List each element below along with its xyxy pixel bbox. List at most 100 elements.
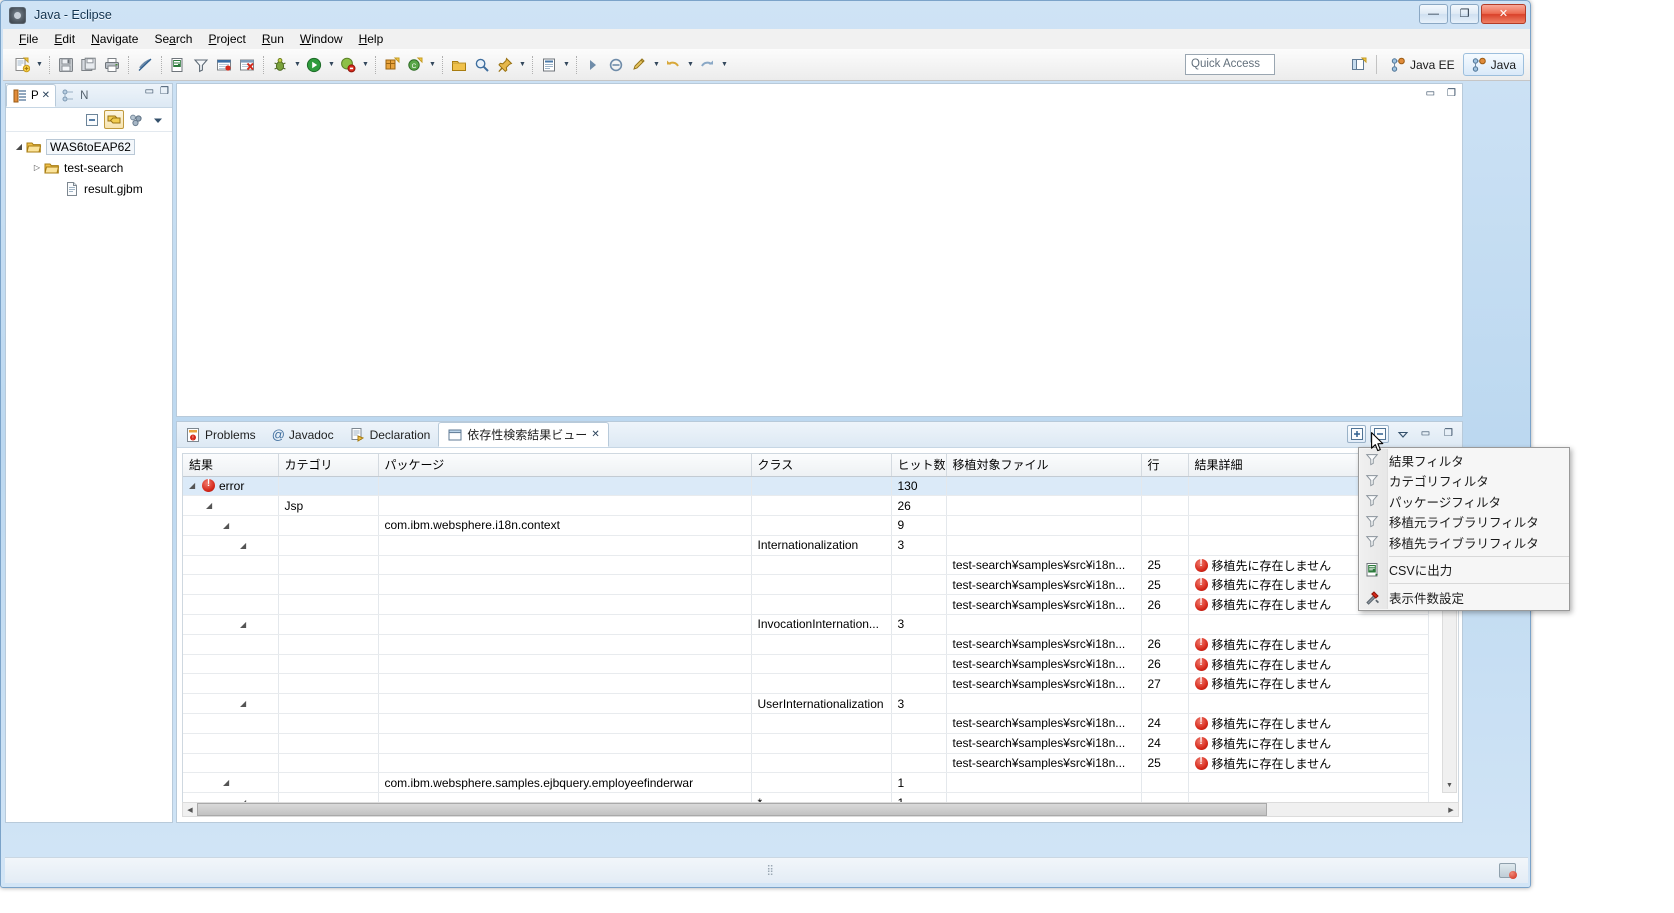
table-row[interactable]: ◢ UserInternationalization 3 bbox=[183, 693, 1429, 715]
col-header-hits[interactable]: ヒット数 bbox=[891, 454, 947, 477]
menu-item-source-library-filter[interactable]: 移植元ライブラリフィルタ bbox=[1359, 512, 1569, 533]
menu-edit[interactable]: Edit bbox=[46, 30, 83, 48]
menu-run[interactable]: Run bbox=[254, 30, 292, 48]
tab-package-explorer[interactable]: P ✕ bbox=[6, 84, 57, 107]
quick-access-input[interactable]: Quick Access bbox=[1185, 54, 1275, 75]
last-edit-dropdown-icon[interactable]: ▼ bbox=[651, 54, 662, 76]
table-row[interactable]: test-search¥samples¥src¥i18n...26 移植先に存在し… bbox=[183, 594, 1429, 616]
table-row[interactable]: test-search¥samples¥src¥i18n...25 移植先に存在し… bbox=[183, 555, 1429, 576]
menu-help[interactable]: Help bbox=[351, 30, 392, 48]
open-type-icon[interactable] bbox=[448, 54, 470, 76]
menu-file[interactable]: File bbox=[11, 30, 46, 48]
col-header-class[interactable]: クラス bbox=[751, 454, 892, 477]
row-twisty-open-icon[interactable]: ◢ bbox=[240, 699, 249, 708]
close-icon[interactable]: ✕ bbox=[42, 90, 50, 101]
row-twisty-open-icon[interactable]: ◢ bbox=[223, 778, 232, 787]
add-bookmark-icon[interactable] bbox=[213, 54, 235, 76]
table-row[interactable]: test-search¥samples¥src¥i18n...25 移植先に存在し… bbox=[183, 574, 1429, 596]
new-wizard-icon[interactable] bbox=[11, 54, 33, 76]
view-minimize-icon[interactable]: ▭ bbox=[1416, 425, 1435, 443]
tree-item-was6toeap62[interactable]: ◢ WAS6toEAP62 bbox=[6, 136, 172, 157]
run-external-tools-icon[interactable] bbox=[337, 54, 359, 76]
last-edit-location-icon[interactable] bbox=[628, 54, 650, 76]
new-java-package-icon[interactable] bbox=[381, 54, 403, 76]
table-row[interactable]: ◢ com.ibm.websphere.samples.ejbquery.empl… bbox=[183, 772, 1429, 794]
debug-icon[interactable] bbox=[269, 54, 291, 76]
back-dropdown-icon[interactable]: ▼ bbox=[685, 54, 696, 76]
table-row[interactable]: test-search¥samples¥src¥i18n...26 移植先に存在し… bbox=[183, 634, 1429, 655]
table-row[interactable]: ◢ com.ibm.websphere.i18n.context 9 bbox=[183, 515, 1429, 536]
toggle-mark-occurrences-icon[interactable] bbox=[134, 54, 156, 76]
col-header-category[interactable]: カテゴリ bbox=[278, 454, 379, 477]
scroll-left-icon[interactable]: ◀ bbox=[183, 803, 197, 816]
open-resource-icon[interactable] bbox=[167, 54, 189, 76]
forward-dropdown-icon[interactable]: ▼ bbox=[719, 54, 730, 76]
col-header-line[interactable]: 行 bbox=[1141, 454, 1189, 477]
col-header-target-file[interactable]: 移植対象ファイル bbox=[946, 454, 1142, 477]
new-java-dropdown-icon[interactable]: ▼ bbox=[427, 54, 438, 76]
table-row[interactable]: ◢ error 130 bbox=[183, 476, 1429, 497]
menu-item-package-filter[interactable]: パッケージフィルタ bbox=[1359, 491, 1569, 512]
next-annotation-icon[interactable] bbox=[582, 54, 604, 76]
tree-item-test-search[interactable]: ▷ test-search bbox=[6, 157, 172, 178]
forward-icon[interactable] bbox=[696, 54, 718, 76]
open-perspective-icon[interactable] bbox=[1347, 53, 1371, 76]
results-table-wrapper[interactable]: 結果 カテゴリ パッケージ クラス ヒット数 移植対象ファイル 行 結果詳細 ◢… bbox=[182, 453, 1459, 808]
menu-project[interactable]: Project bbox=[200, 30, 253, 48]
table-row[interactable]: test-search¥samples¥src¥i18n...26 移植先に存在し… bbox=[183, 654, 1429, 675]
results-horizontal-scrollbar[interactable]: ◀ ▶ bbox=[182, 802, 1459, 817]
previous-annotation-icon[interactable] bbox=[605, 54, 627, 76]
menu-item-result-filter[interactable]: 結果フィルタ bbox=[1359, 450, 1569, 471]
minimize-button[interactable]: — bbox=[1419, 4, 1448, 24]
table-row[interactable]: test-search¥samples¥src¥i18n...24 移植先に存在し… bbox=[183, 733, 1429, 754]
new-wizard-dropdown-icon[interactable]: ▼ bbox=[34, 54, 45, 76]
run-dropdown-icon[interactable]: ▼ bbox=[326, 54, 337, 76]
menu-window[interactable]: Window bbox=[292, 30, 351, 48]
link-with-editor-icon[interactable] bbox=[104, 110, 124, 129]
status-error-indicator-icon[interactable] bbox=[1499, 863, 1517, 879]
table-row[interactable]: test-search¥samples¥src¥i18n...27 移植先に存在し… bbox=[183, 673, 1429, 695]
editor-minimize-icon[interactable]: ▭ bbox=[1426, 89, 1435, 99]
run-external-dropdown-icon[interactable]: ▼ bbox=[360, 54, 371, 76]
view-maximize-icon[interactable]: ❐ bbox=[1439, 425, 1458, 443]
twisty-open-icon[interactable]: ◢ bbox=[12, 142, 26, 151]
row-twisty-open-icon[interactable]: ◢ bbox=[240, 620, 249, 629]
tab-declaration[interactable]: Declaration bbox=[342, 422, 439, 447]
horizontal-scroll-thumb[interactable] bbox=[197, 803, 1267, 816]
debug-dropdown-icon[interactable]: ▼ bbox=[292, 54, 303, 76]
tab-navigator[interactable]: N bbox=[56, 84, 93, 107]
table-row[interactable]: ◢ Jsp 26 bbox=[183, 495, 1429, 517]
close-button[interactable]: ✕ bbox=[1481, 4, 1526, 24]
editor-area[interactable]: ▭ ❐ bbox=[176, 83, 1463, 417]
expand-all-icon[interactable] bbox=[1347, 425, 1366, 443]
menu-item-category-filter[interactable]: カテゴリフィルタ bbox=[1359, 471, 1569, 492]
open-task-dropdown-icon[interactable]: ▼ bbox=[561, 54, 572, 76]
filter-icon[interactable] bbox=[190, 54, 212, 76]
view-menu-presentation-icon[interactable] bbox=[126, 110, 146, 129]
save-all-icon[interactable] bbox=[78, 54, 100, 76]
tab-problems[interactable]: ! Problems bbox=[177, 422, 264, 447]
table-row[interactable]: ◢ InvocationInternation... 3 bbox=[183, 614, 1429, 635]
view-menu-icon[interactable] bbox=[148, 110, 168, 129]
tree-item-result-gjbm[interactable]: result.gjbm bbox=[6, 178, 172, 199]
search-icon[interactable] bbox=[471, 54, 493, 76]
row-twisty-open-icon[interactable]: ◢ bbox=[223, 521, 232, 530]
table-row[interactable]: ◢ Internationalization 3 bbox=[183, 535, 1429, 556]
minimize-icon[interactable]: ▭ bbox=[145, 87, 154, 97]
menu-search[interactable]: Search bbox=[146, 30, 200, 48]
editor-maximize-icon[interactable]: ❐ bbox=[1447, 89, 1456, 99]
close-icon[interactable]: ✕ bbox=[591, 429, 599, 440]
open-task-icon[interactable] bbox=[538, 54, 560, 76]
table-row[interactable]: test-search¥samples¥src¥i18n...24 移植先に存在し… bbox=[183, 713, 1429, 734]
col-header-package[interactable]: パッケージ bbox=[378, 454, 752, 477]
twisty-closed-icon[interactable]: ▷ bbox=[30, 163, 44, 172]
maximize-button[interactable]: ❐ bbox=[1450, 4, 1479, 24]
menu-item-target-library-filter[interactable]: 移植先ライブラリフィルタ bbox=[1359, 532, 1569, 553]
scroll-down-icon[interactable]: ▼ bbox=[1443, 778, 1456, 792]
new-java-class-icon[interactable]: C bbox=[404, 54, 426, 76]
row-twisty-open-icon[interactable]: ◢ bbox=[189, 481, 198, 490]
collapse-all-icon[interactable] bbox=[82, 110, 102, 129]
menu-navigate[interactable]: Navigate bbox=[83, 30, 146, 48]
pin-icon[interactable] bbox=[494, 54, 516, 76]
col-header-result[interactable]: 結果 bbox=[183, 454, 279, 477]
